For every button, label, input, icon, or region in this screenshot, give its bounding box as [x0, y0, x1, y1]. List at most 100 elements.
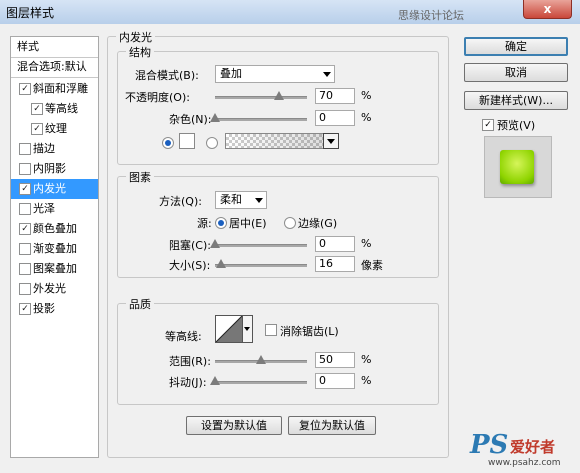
ok-button[interactable]: 确定	[464, 37, 568, 56]
style-item[interactable]: ✓ 颜色叠加	[11, 219, 98, 239]
window-title: 图层样式	[6, 6, 55, 20]
size-label: 大小(S):	[169, 259, 211, 272]
style-item-label: 纹理	[45, 122, 67, 135]
elements-group: 图素 方法(Q): 柔和 源: 居中(E) 边缘(G) 阻塞(C): 0 % 大…	[117, 169, 439, 278]
jitter-slider[interactable]	[210, 376, 307, 385]
opacity-slider-thumb[interactable]	[274, 91, 284, 100]
style-checkbox[interactable]: ✓	[19, 183, 31, 195]
style-item-label: 投影	[33, 302, 55, 315]
style-checkbox[interactable]: ✓	[19, 303, 31, 315]
contour-dropdown[interactable]	[242, 315, 253, 343]
style-item-label: 图案叠加	[33, 262, 77, 275]
style-checkbox[interactable]: ✓	[31, 123, 43, 135]
size-slider-thumb[interactable]	[216, 259, 226, 268]
new-style-button[interactable]: 新建样式(W)...	[464, 91, 568, 110]
gradient-dropdown[interactable]	[323, 133, 339, 149]
style-item-label: 内发光	[33, 182, 66, 195]
choke-input[interactable]: 0	[315, 236, 355, 252]
technique-select[interactable]: 柔和	[215, 191, 267, 209]
choke-label: 阻塞(C):	[169, 239, 211, 252]
style-item[interactable]: 样式	[11, 37, 98, 58]
style-item[interactable]: ✓ 投影	[11, 299, 98, 319]
quality-title: 品质	[126, 296, 154, 312]
style-item[interactable]: ✓ 斜面和浮雕	[11, 79, 98, 99]
source-edge-radio[interactable]	[284, 217, 296, 229]
style-item[interactable]: 混合选项:默认	[11, 57, 98, 78]
style-item[interactable]: ✓ 等高线	[11, 99, 98, 119]
chevron-down-icon	[327, 139, 335, 144]
style-checkbox[interactable]	[19, 163, 31, 175]
source-edge-label: 边缘(G)	[298, 217, 338, 230]
noise-input[interactable]: 0	[315, 110, 355, 126]
range-slider-thumb[interactable]	[256, 355, 266, 364]
source-center-radio[interactable]	[215, 217, 227, 229]
reset-default-button[interactable]: 复位为默认值	[288, 416, 376, 435]
opacity-slider[interactable]	[215, 91, 307, 100]
style-item[interactable]: 渐变叠加	[11, 239, 98, 259]
size-slider[interactable]	[215, 259, 307, 268]
blend-mode-select[interactable]: 叠加	[215, 65, 335, 83]
chevron-down-icon	[255, 198, 263, 203]
style-item-label: 描边	[33, 142, 55, 155]
style-checkbox[interactable]	[19, 263, 31, 275]
preview-label: 预览(V)	[497, 119, 536, 132]
gradient-picker[interactable]	[225, 133, 325, 149]
noise-slider[interactable]	[210, 113, 307, 122]
style-item-label: 颜色叠加	[33, 222, 77, 235]
choke-unit: %	[361, 237, 372, 250]
close-button[interactable]: x	[523, 0, 572, 19]
choke-slider[interactable]	[210, 239, 307, 248]
choke-slider-thumb[interactable]	[210, 239, 220, 248]
styles-list: 样式 混合选项:默认 ✓ 斜面和浮雕 ✓ 等高线 ✓ 纹理 描边 内阴影 ✓ 内发光 光泽 ✓ 颜色叠加 渐变…	[10, 36, 99, 458]
inner-glow-title: 内发光	[116, 29, 155, 45]
style-checkbox[interactable]: ✓	[19, 83, 31, 95]
style-checkbox[interactable]	[19, 243, 31, 255]
style-item[interactable]: 外发光	[11, 279, 98, 299]
contour-preview[interactable]	[215, 315, 243, 343]
style-item-label: 外发光	[33, 282, 66, 295]
structure-group: 结构 混合模式(B): 叠加 不透明度(O): 70 % 杂色(N): 0 %	[117, 44, 439, 165]
noise-slider-thumb[interactable]	[210, 113, 220, 122]
style-item[interactable]: ✓ 内发光	[11, 179, 98, 199]
glow-color-swatch[interactable]	[179, 133, 195, 149]
elements-title: 图素	[126, 169, 154, 185]
style-checkbox[interactable]: ✓	[31, 103, 43, 115]
jitter-slider-thumb[interactable]	[210, 376, 220, 385]
opacity-unit: %	[361, 89, 372, 102]
jitter-input[interactable]: 0	[315, 373, 355, 389]
style-item[interactable]: 描边	[11, 139, 98, 159]
style-checkbox[interactable]	[19, 283, 31, 295]
gradient-radio[interactable]	[206, 137, 218, 149]
opacity-input[interactable]: 70	[315, 88, 355, 104]
style-checkbox[interactable]: ✓	[19, 223, 31, 235]
watermark-logo: PS 爱好者 www.psahz.com	[470, 430, 580, 473]
range-unit: %	[361, 353, 372, 366]
chevron-down-icon	[323, 72, 331, 77]
technique-label: 方法(Q):	[159, 195, 202, 208]
size-input[interactable]: 16	[315, 256, 355, 272]
cancel-button[interactable]: 取消	[464, 63, 568, 82]
layer-style-dialog: 样式 混合选项:默认 ✓ 斜面和浮雕 ✓ 等高线 ✓ 纹理 描边 内阴影 ✓ 内发光 光泽 ✓ 颜色叠加 渐变…	[0, 24, 580, 473]
size-unit: 像素	[361, 259, 383, 272]
style-item[interactable]: 光泽	[11, 199, 98, 219]
logo-ps: PS	[470, 430, 509, 460]
style-checkbox[interactable]	[19, 143, 31, 155]
range-input[interactable]: 50	[315, 352, 355, 368]
antialias-checkbox[interactable]	[265, 324, 277, 336]
style-item-label: 渐变叠加	[33, 242, 77, 255]
style-item-label: 等高线	[45, 102, 78, 115]
chevron-down-icon	[244, 327, 250, 331]
range-slider[interactable]	[215, 355, 307, 364]
title-bar: 图层样式 思缘设计论坛 www.MISSYUAN.COM x	[0, 0, 580, 36]
style-checkbox[interactable]	[19, 203, 31, 215]
quality-group: 品质 等高线: 消除锯齿(L) 范围(R): 50 % 抖动(J): 0 %	[117, 296, 439, 405]
style-item[interactable]: ✓ 纹理	[11, 119, 98, 139]
logo-url: www.psahz.com	[488, 458, 561, 468]
solid-color-radio[interactable]	[162, 137, 174, 149]
contour-label: 等高线:	[165, 330, 202, 343]
noise-unit: %	[361, 111, 372, 124]
style-item[interactable]: 图案叠加	[11, 259, 98, 279]
preview-checkbox[interactable]: ✓	[482, 119, 494, 131]
make-default-button[interactable]: 设置为默认值	[186, 416, 282, 435]
style-item[interactable]: 内阴影	[11, 159, 98, 179]
